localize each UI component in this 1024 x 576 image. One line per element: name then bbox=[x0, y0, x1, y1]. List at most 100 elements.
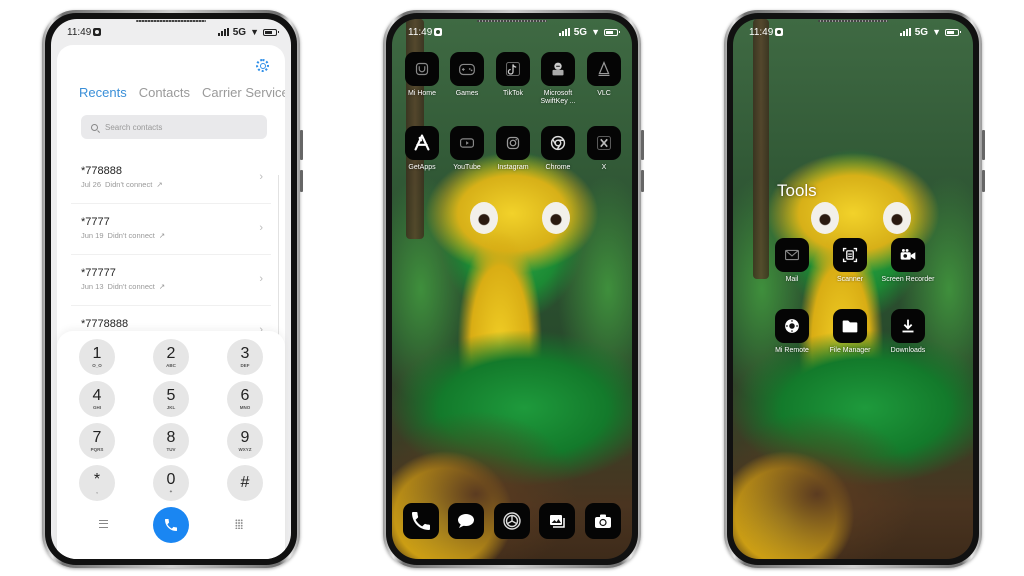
recent-call-row[interactable]: *778888 Jul 26 Didn't connect ↗ › bbox=[71, 153, 271, 204]
app-screen-recorder[interactable]: Screen Recorder bbox=[882, 238, 934, 284]
search-input[interactable]: Search contacts bbox=[81, 115, 267, 139]
app-youtube[interactable]: YouTube bbox=[450, 126, 484, 172]
mi-home-icon bbox=[415, 62, 429, 76]
dial-key[interactable]: 0 + bbox=[153, 465, 189, 501]
network-type: 5G bbox=[573, 26, 588, 38]
key-letters: PQRS bbox=[90, 447, 104, 452]
key-letters: O_O bbox=[92, 363, 102, 368]
network-type: 5G bbox=[914, 26, 929, 38]
outgoing-arrow-icon: ↗ bbox=[158, 231, 166, 240]
key-letters: DEF bbox=[240, 363, 250, 368]
call-status: Didn't connect bbox=[107, 231, 155, 240]
app-settings[interactable] bbox=[494, 503, 530, 539]
app-mi-home[interactable]: Mi Home bbox=[405, 52, 439, 98]
power-button bbox=[641, 170, 644, 192]
battery-icon bbox=[945, 28, 961, 36]
app-label: Mail bbox=[785, 276, 799, 283]
notification-icon bbox=[434, 28, 443, 36]
app-label: Downloads bbox=[890, 347, 926, 354]
app-gallery[interactable] bbox=[539, 503, 575, 539]
recent-call-row[interactable]: *7777 Jun 19 Didn't connect ↗ › bbox=[71, 204, 271, 255]
app-instagram[interactable]: Instagram bbox=[496, 126, 530, 172]
dial-key[interactable]: 8 TUV bbox=[153, 423, 189, 459]
app-vlc[interactable]: VLC bbox=[587, 52, 621, 98]
phone-tools-folder: 11:49 5G ▼ Tools Mail Scanner Screen Recor… bbox=[724, 10, 985, 568]
key-digit: 0 bbox=[166, 471, 176, 488]
app-microsoft-swiftkey[interactable]: Microsoft SwiftKey ... bbox=[540, 52, 576, 106]
app-x[interactable]: X bbox=[587, 126, 621, 172]
chevron-right-icon[interactable]: › bbox=[259, 222, 263, 234]
app-messages[interactable] bbox=[448, 503, 484, 539]
power-button bbox=[982, 170, 985, 192]
volume-button bbox=[641, 130, 644, 160]
chrome-icon bbox=[550, 135, 566, 151]
tab-recents[interactable]: Recents bbox=[79, 85, 127, 100]
dial-key[interactable]: 3 DEF bbox=[227, 339, 263, 375]
gamepad-icon bbox=[459, 63, 475, 76]
signal-icon bbox=[899, 28, 911, 36]
dial-key[interactable]: 2 ABC bbox=[153, 339, 189, 375]
folder-title[interactable]: Tools bbox=[777, 181, 817, 201]
dial-key[interactable]: 4 GHI bbox=[79, 381, 115, 417]
dial-key[interactable]: 7 PQRS bbox=[79, 423, 115, 459]
app-icon-tile bbox=[891, 238, 925, 272]
call-date: Jun 19 bbox=[81, 231, 104, 240]
earpiece bbox=[477, 20, 547, 22]
status-time: 11:49 bbox=[749, 26, 774, 38]
app-mi-remote[interactable]: Mi Remote bbox=[775, 309, 809, 355]
dial-key[interactable]: 5 JKL bbox=[153, 381, 189, 417]
dialpad-toggle-icon[interactable] bbox=[235, 519, 243, 529]
app-file-manager[interactable]: File Manager bbox=[830, 309, 870, 355]
app-camera[interactable] bbox=[585, 503, 621, 539]
signal-icon bbox=[558, 28, 570, 36]
dial-key[interactable]: # bbox=[227, 465, 263, 501]
app-chrome[interactable]: Chrome bbox=[541, 126, 575, 172]
app-getapps[interactable]: GetApps bbox=[405, 126, 439, 172]
chevron-right-icon[interactable]: › bbox=[259, 171, 263, 183]
folder-icon bbox=[842, 320, 858, 333]
notification-icon bbox=[775, 28, 784, 36]
call-date: Jul 26 bbox=[81, 180, 102, 189]
search-icon bbox=[91, 123, 98, 131]
swiftkey-icon bbox=[552, 62, 564, 76]
key-digit: 6 bbox=[240, 387, 250, 404]
app-games[interactable]: Games bbox=[450, 52, 484, 98]
chevron-right-icon[interactable]: › bbox=[259, 273, 263, 285]
app-tiktok[interactable]: TikTok bbox=[496, 52, 530, 98]
app-label: X bbox=[601, 164, 607, 171]
app-icon-tile bbox=[587, 52, 621, 86]
dialer-panel: Recents Contacts Carrier Service Search … bbox=[57, 45, 285, 559]
app-icon-tile bbox=[450, 126, 484, 160]
key-digit: 4 bbox=[92, 387, 102, 404]
app-mail[interactable]: Mail bbox=[775, 238, 809, 284]
dial-key[interactable]: *, bbox=[79, 465, 115, 501]
key-digit: 2 bbox=[166, 345, 176, 362]
app-icon-tile bbox=[539, 503, 575, 539]
key-letters: + bbox=[169, 489, 173, 494]
app-downloads[interactable]: Downloads bbox=[891, 309, 925, 355]
call-button[interactable] bbox=[153, 507, 189, 543]
key-digit: # bbox=[240, 473, 250, 491]
app-icon-tile bbox=[587, 126, 621, 160]
key-letters: GHI bbox=[92, 405, 101, 410]
signal-icon bbox=[217, 28, 229, 36]
dial-key[interactable]: 6 MNO bbox=[227, 381, 263, 417]
tab-carrier-service[interactable]: Carrier Service bbox=[202, 85, 285, 100]
screen-recorder-icon bbox=[900, 248, 916, 260]
outgoing-arrow-icon: ↗ bbox=[156, 180, 163, 189]
gallery-icon bbox=[550, 515, 565, 528]
dial-keypad: 1 O_O 2 ABC 3 DEF 4 GHI 5 JKL 6 MNO 7 PQRS 8 TUV 9 WXYZ *,… bbox=[57, 331, 285, 559]
app-phone[interactable] bbox=[403, 503, 439, 539]
tab-contacts[interactable]: Contacts bbox=[139, 85, 190, 100]
menu-icon[interactable] bbox=[99, 520, 108, 528]
vlc-cone-icon bbox=[598, 61, 610, 77]
app-icon-tile bbox=[541, 52, 575, 86]
settings-gear-icon[interactable] bbox=[256, 59, 269, 72]
recent-call-row[interactable]: *77777 Jun 13 Didn't connect ↗ › bbox=[71, 255, 271, 306]
app-icon-tile bbox=[541, 126, 575, 160]
key-digit: * bbox=[93, 471, 101, 488]
dial-key[interactable]: 9 WXYZ bbox=[227, 423, 263, 459]
app-scanner[interactable]: Scanner bbox=[833, 238, 867, 284]
volume-button bbox=[300, 130, 303, 160]
dial-key[interactable]: 1 O_O bbox=[79, 339, 115, 375]
